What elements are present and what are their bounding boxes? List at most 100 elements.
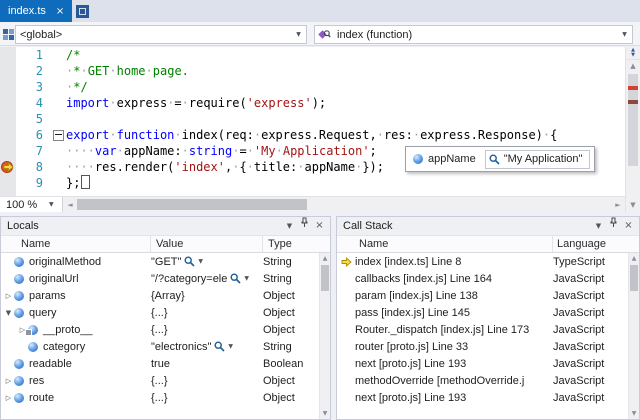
callstack-row[interactable]: index [index.ts] Line 8TypeScript: [337, 253, 628, 270]
window-position-icon[interactable]: ▼: [591, 218, 606, 234]
scroll-left-icon[interactable]: ◄: [63, 201, 77, 209]
expander-icon[interactable]: ▷: [3, 377, 14, 385]
magnifier-icon[interactable]: [214, 341, 225, 352]
locals-panel: Locals ▼ × Name Value Type originalMetho…: [0, 216, 331, 420]
callstack-titlebar[interactable]: Call Stack ▼ ×: [337, 217, 639, 236]
callstack-row[interactable]: next [proto.js] Line 193JavaScript: [337, 355, 628, 372]
locals-column-header[interactable]: Name Value Type: [1, 236, 330, 253]
variable-name: query: [29, 307, 57, 319]
locals-row[interactable]: readabletrueBoolean: [1, 355, 319, 372]
magnifier-icon[interactable]: [184, 256, 195, 267]
datatip-value-box[interactable]: "My Application": [485, 150, 591, 169]
visualizer-dropdown-icon[interactable]: ▼: [228, 343, 233, 350]
hscroll-thumb[interactable]: [77, 199, 307, 210]
column-header-type[interactable]: Type: [263, 236, 330, 252]
scroll-down-icon[interactable]: ▼: [629, 408, 639, 419]
locals-row[interactable]: ▷route{...}Object: [1, 389, 319, 406]
editor-vscroll-track[interactable]: [626, 72, 640, 199]
column-header-language[interactable]: Language: [553, 236, 639, 252]
tab-index-ts[interactable]: index.ts ×: [0, 0, 72, 22]
locals-row[interactable]: ▷params{Array}Object: [1, 287, 319, 304]
scroll-up-icon[interactable]: ▲: [626, 60, 640, 72]
locals-row[interactable]: originalUrl"/?category=ele▼String: [1, 270, 319, 287]
locals-value-cell: {...}: [151, 375, 263, 387]
expander-icon[interactable]: ▼: [3, 309, 14, 317]
chevron-down-icon[interactable]: ▼: [49, 201, 62, 208]
locals-row[interactable]: ▷res{...}Object: [1, 372, 319, 389]
close-icon[interactable]: ×: [621, 218, 636, 234]
column-header-value[interactable]: Value: [151, 236, 263, 252]
zoom-combo[interactable]: 100 % ▼: [0, 197, 63, 212]
locals-row[interactable]: ▷__proto__{...}Object: [1, 321, 319, 338]
callstack-row[interactable]: next [proto.js] Line 193JavaScript: [337, 389, 628, 406]
code-editor[interactable]: 123456789 /*·*·GET·home·page.·*/import·e…: [0, 47, 625, 196]
code-line[interactable]: };: [66, 175, 625, 191]
locals-row[interactable]: originalMethod"GET"▼String: [1, 253, 319, 270]
callstack-row[interactable]: pass [index.js] Line 145JavaScript: [337, 304, 628, 321]
code-area[interactable]: /*·*·GET·home·page.·*/import·express·=·r…: [66, 47, 625, 196]
magnifier-icon[interactable]: [230, 273, 241, 284]
code-line[interactable]: /*: [66, 47, 625, 63]
pin-icon[interactable]: [297, 217, 312, 235]
variable-name: route: [29, 392, 54, 404]
code-token: res:: [384, 128, 413, 142]
code-token: ·: [146, 64, 153, 78]
window-position-icon[interactable]: ▼: [282, 218, 297, 234]
column-header-name[interactable]: Name: [1, 236, 151, 252]
current-statement-indicator[interactable]: [1, 161, 16, 174]
close-tab-icon[interactable]: ×: [56, 6, 64, 17]
expander-icon[interactable]: ▷: [3, 394, 14, 402]
pin-icon[interactable]: [606, 217, 621, 235]
callstack-row[interactable]: Router._dispatch [index.js] Line 173Java…: [337, 321, 628, 338]
editor-vscrollbar[interactable]: ▲▼ ▲ ▼: [625, 47, 640, 212]
callstack-row[interactable]: router [proto.js] Line 33JavaScript: [337, 338, 628, 355]
magnifier-icon[interactable]: [489, 154, 500, 165]
locals-vscrollbar[interactable]: ▲ ▼: [319, 253, 330, 419]
editor-hscroll-track[interactable]: [77, 197, 611, 212]
locals-row[interactable]: category"electronics"▼String: [1, 338, 319, 355]
fold-collapse-icon[interactable]: [53, 130, 64, 141]
member-combo[interactable]: index (function) ▼: [314, 25, 633, 44]
scope-combo[interactable]: <global> ▼: [15, 25, 307, 44]
chevron-down-icon[interactable]: ▼: [617, 31, 632, 38]
code-line[interactable]: export·function·index(req:·express.Reque…: [66, 127, 625, 143]
splitter-grip-icon[interactable]: ▲▼: [626, 47, 640, 60]
line-number: 9: [16, 175, 50, 191]
column-header-name[interactable]: Name: [337, 236, 553, 252]
vscroll-thumb[interactable]: [630, 265, 638, 291]
scroll-right-icon[interactable]: ►: [611, 201, 625, 209]
vs-window: index.ts × <global> ▼ index (function) ▼: [0, 0, 640, 420]
scroll-up-icon[interactable]: ▲: [320, 253, 330, 264]
close-icon[interactable]: ×: [312, 218, 327, 234]
scope-combo-value: <global>: [16, 29, 291, 41]
breakpoint-margin[interactable]: [0, 47, 16, 196]
callstack-row[interactable]: callbacks [index.js] Line 164JavaScript: [337, 270, 628, 287]
scroll-down-icon[interactable]: ▼: [320, 408, 330, 419]
editor-bottom-bar: 100 % ▼ ◄ ►: [0, 196, 625, 212]
callstack-row[interactable]: param [index.js] Line 138JavaScript: [337, 287, 628, 304]
variable-type: Object: [263, 307, 319, 319]
locals-titlebar[interactable]: Locals ▼ ×: [1, 217, 330, 236]
locals-name-cell: originalMethod: [1, 256, 151, 268]
code-token: appName:: [124, 144, 182, 158]
vscroll-thumb[interactable]: [321, 265, 329, 291]
code-line[interactable]: [66, 111, 625, 127]
method-icon: [315, 29, 333, 41]
visualizer-dropdown-icon[interactable]: ▼: [198, 258, 203, 265]
scroll-up-icon[interactable]: ▲: [629, 253, 639, 264]
line-number: 3: [16, 79, 50, 95]
callstack-vscrollbar[interactable]: ▲ ▼: [628, 253, 639, 419]
locals-row[interactable]: ▼query{...}Object: [1, 304, 319, 321]
callstack-column-header[interactable]: Name Language: [337, 236, 639, 253]
code-line[interactable]: ·*·GET·home·page.: [66, 63, 625, 79]
expander-icon[interactable]: ▷: [3, 292, 14, 300]
visualizer-dropdown-icon[interactable]: ▼: [244, 275, 249, 282]
pinned-tab-icon[interactable]: [76, 5, 89, 18]
code-line[interactable]: import·express·=·require('express');: [66, 95, 625, 111]
scroll-down-icon[interactable]: ▼: [626, 199, 640, 212]
code-token: =: [174, 96, 181, 110]
callstack-row[interactable]: methodOverride [methodOverride.jJavaScri…: [337, 372, 628, 389]
chevron-down-icon[interactable]: ▼: [291, 31, 306, 38]
datatip[interactable]: appName "My Application": [405, 146, 595, 172]
code-line[interactable]: ·*/: [66, 79, 625, 95]
